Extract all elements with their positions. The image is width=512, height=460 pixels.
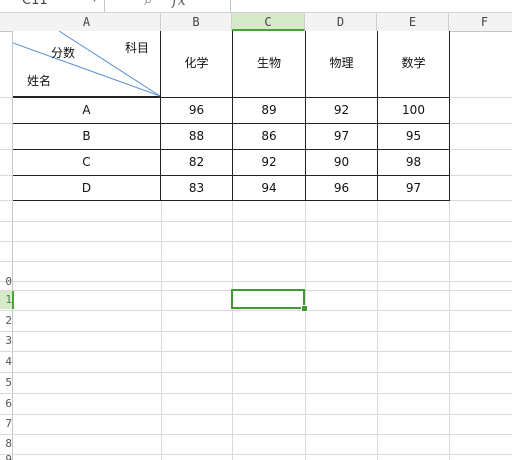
- diag-name-label: 姓名: [27, 74, 52, 88]
- chevron-down-icon[interactable]: ▾: [92, 0, 97, 5]
- grid-line: [0, 221, 512, 222]
- row-header-19[interactable]: 9: [0, 455, 12, 460]
- row-header-14[interactable]: 4: [0, 352, 12, 371]
- subject-header-biology[interactable]: 生物: [232, 31, 306, 98]
- score-cell[interactable]: 95: [377, 123, 450, 150]
- student-name-cell[interactable]: A: [13, 97, 161, 124]
- score-cell[interactable]: 97: [305, 123, 378, 150]
- row-header-11[interactable]: 1: [0, 291, 14, 309]
- grid-line: [0, 372, 512, 373]
- diag-score-label: 分数: [51, 46, 76, 60]
- score-cell[interactable]: 98: [377, 149, 450, 176]
- subject-header-math[interactable]: 数学: [377, 31, 450, 98]
- student-name-cell[interactable]: C: [13, 149, 161, 176]
- score-cell[interactable]: 92: [232, 149, 306, 176]
- grid-line: [0, 434, 512, 435]
- score-cell[interactable]: 100: [377, 97, 450, 124]
- magnify-icon[interactable]: ⌕: [144, 0, 152, 9]
- score-cell[interactable]: 97: [377, 175, 450, 201]
- score-cell[interactable]: 83: [160, 175, 233, 201]
- grid-line: [0, 241, 512, 242]
- score-cell[interactable]: 92: [305, 97, 378, 124]
- score-cell[interactable]: 89: [232, 97, 306, 124]
- subject-header-physics[interactable]: 物理: [305, 31, 378, 98]
- grid-line: [0, 414, 512, 415]
- row-header-17[interactable]: 7: [0, 415, 12, 433]
- grid-line: [0, 331, 512, 332]
- grid-line: [0, 454, 512, 455]
- score-cell[interactable]: 90: [305, 149, 378, 176]
- score-cell[interactable]: 88: [160, 123, 233, 150]
- cell-grid[interactable]: 0 1 2 3 4 5 6 7 8 9 科目 分数 姓名 化学 生物 物理 数学…: [0, 31, 512, 460]
- formula-tools: ⌕ fx: [104, 0, 231, 12]
- fill-handle[interactable]: [301, 305, 308, 312]
- fx-icon[interactable]: fx: [172, 0, 186, 9]
- subject-header-chemistry[interactable]: 化学: [160, 31, 233, 98]
- column-header-b[interactable]: B: [161, 13, 232, 31]
- row-header-15[interactable]: 5: [0, 373, 12, 392]
- grid-line: [0, 281, 512, 282]
- score-cell[interactable]: 96: [160, 97, 233, 124]
- student-name-cell[interactable]: B: [13, 123, 161, 150]
- column-header-d[interactable]: D: [305, 13, 377, 31]
- grid-line: [0, 261, 512, 262]
- score-cell[interactable]: 94: [232, 175, 306, 201]
- grid-line: [0, 393, 512, 394]
- column-header-f[interactable]: F: [449, 13, 512, 31]
- column-header-e[interactable]: E: [377, 13, 449, 31]
- score-cell[interactable]: 96: [305, 175, 378, 201]
- grid-line: [0, 310, 512, 311]
- score-cell[interactable]: 82: [160, 149, 233, 176]
- row-header-10[interactable]: 0: [0, 275, 12, 289]
- grid-line: [0, 351, 512, 352]
- formula-bar: C11 ▾ ⌕ fx: [0, 0, 512, 13]
- student-name-cell[interactable]: D: [13, 175, 161, 201]
- row-header-13[interactable]: 3: [0, 332, 12, 350]
- diagonal-header-cell[interactable]: 科目 分数 姓名: [13, 31, 161, 97]
- row-header-16[interactable]: 6: [0, 394, 12, 413]
- row-header-12[interactable]: 2: [0, 311, 12, 330]
- column-header-row: A B C D E F: [0, 13, 512, 32]
- selected-cell[interactable]: [231, 289, 305, 309]
- name-box-value: C11: [22, 0, 48, 8]
- column-header-a[interactable]: A: [13, 13, 161, 31]
- score-cell[interactable]: 86: [232, 123, 306, 150]
- row-header-18[interactable]: 8: [0, 435, 12, 453]
- diag-subject-label: 科目: [125, 41, 150, 55]
- name-box[interactable]: C11 ▾: [0, 0, 105, 12]
- column-header-c[interactable]: C: [232, 13, 305, 31]
